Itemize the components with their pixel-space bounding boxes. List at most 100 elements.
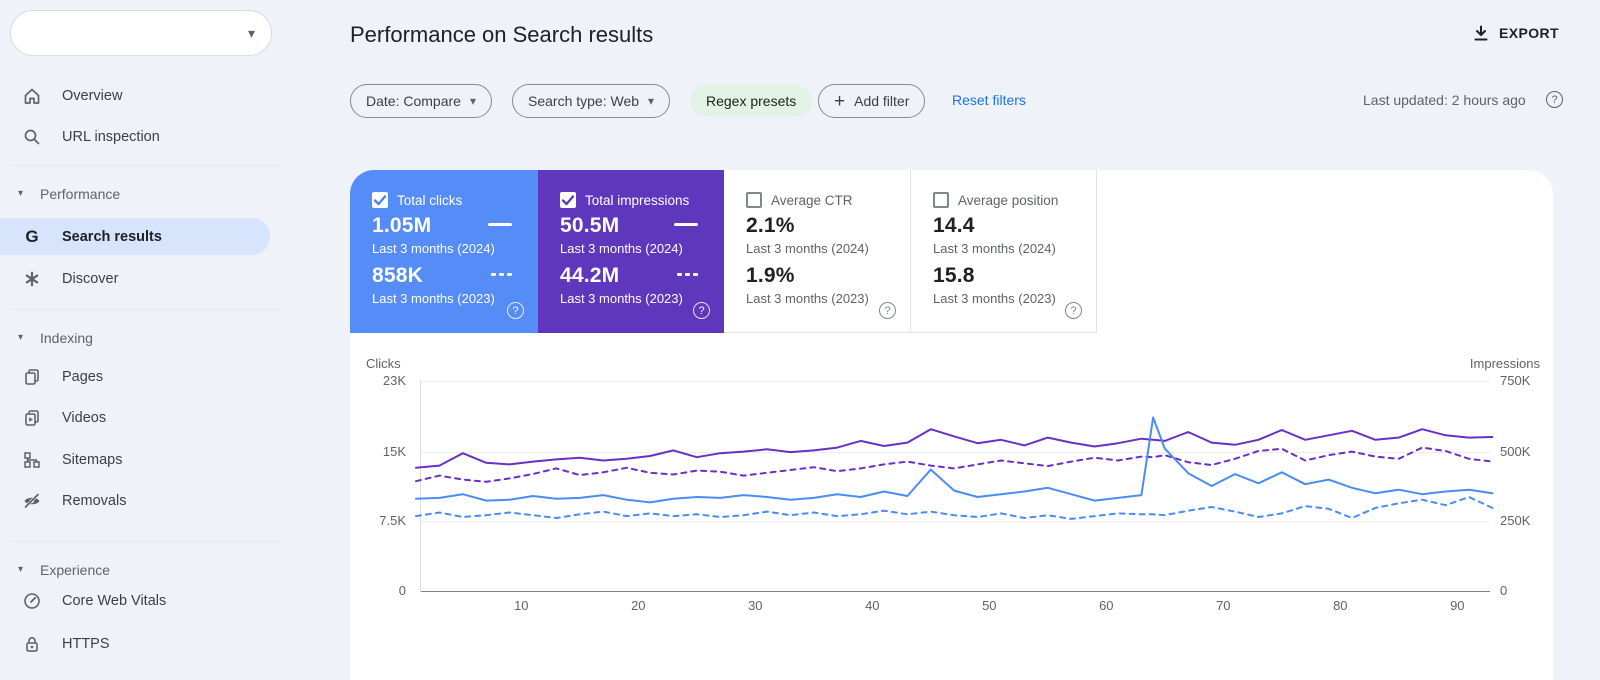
performance-panel: Total clicks 1.05M Last 3 months (2024) … (350, 170, 1553, 680)
card-label: Average position (958, 192, 1059, 208)
y-axis-tick-label: 7.5K (379, 513, 406, 528)
card-label: Average CTR (771, 192, 853, 208)
card-label: Total clicks (397, 192, 463, 208)
checkbox-checked-icon[interactable] (560, 192, 576, 208)
section-header-label: Performance (40, 186, 121, 202)
performance-line-chart[interactable] (415, 381, 1494, 591)
reset-filters-link[interactable]: Reset filters (952, 92, 1026, 108)
metric-period: Last 3 months (2023) (933, 291, 1056, 306)
y-axis-tick-label: 0 (398, 583, 406, 598)
sidebar-item-label: Videos (62, 410, 107, 426)
y-axis-tick-label: 23K (382, 373, 406, 388)
chip-label: Regex presets (706, 93, 797, 109)
chart-line-impressions-2024 (415, 428, 1494, 469)
removals-icon (22, 491, 42, 511)
plus-icon: + (834, 90, 846, 112)
sidebar-section-indexing[interactable]: ▾ Indexing (0, 324, 300, 352)
chevron-down-icon: ▾ (18, 188, 24, 199)
sidebar-item-label: Search results (62, 228, 162, 245)
export-label: EXPORT (1499, 25, 1559, 41)
add-filter-chip[interactable]: + Add filter (818, 84, 926, 118)
metric-value: 1.05M (372, 214, 432, 237)
right-axis-title: Impressions (1469, 356, 1540, 371)
solid-line-legend-mark (488, 223, 512, 226)
chip-label: Search type: Web (528, 93, 640, 109)
help-icon[interactable]: ? (1065, 302, 1082, 319)
sidebar-item-overview[interactable]: Overview (0, 76, 300, 116)
metric-value: 15.8 (933, 264, 975, 287)
sidebar-item-removals[interactable]: Removals (0, 481, 300, 521)
x-axis-tick-label: 60 (1099, 598, 1114, 613)
sidebar-item-label: URL inspection (62, 129, 160, 145)
total-clicks-card[interactable]: Total clicks 1.05M Last 3 months (2024) … (350, 170, 538, 333)
y-axis-tick-label: 15K (382, 444, 406, 459)
y-axis-tick-label: 750K (1500, 373, 1531, 388)
search-icon (22, 127, 42, 147)
property-selector-dropdown[interactable]: ▾ (10, 10, 272, 56)
sidebar-item-label: Sitemaps (62, 452, 123, 468)
google-g-icon: G (25, 226, 39, 246)
sidebar-item-label: Discover (62, 271, 119, 287)
sidebar-item-https[interactable]: HTTPS (0, 624, 300, 664)
sidebar-item-label: Removals (62, 493, 127, 509)
chart-line-clicks-2024 (415, 416, 1494, 504)
help-icon[interactable]: ? (507, 302, 524, 319)
metric-value: 50.5M (560, 214, 620, 237)
x-axis-tick-label: 20 (631, 598, 646, 613)
help-icon[interactable]: ? (879, 302, 896, 319)
metric-value: 44.2M (560, 264, 620, 287)
sidebar-section-experience[interactable]: ▾ Experience (0, 556, 300, 584)
chevron-down-icon: ▾ (18, 564, 24, 575)
metric-value: 14.4 (933, 214, 975, 237)
section-header-label: Experience (40, 562, 111, 578)
average-ctr-card[interactable]: Average CTR 2.1% Last 3 months (2024) 1.… (724, 170, 911, 333)
help-icon[interactable]: ? (693, 302, 710, 319)
chip-label: Date: Compare (366, 93, 461, 109)
date-filter-chip[interactable]: Date: Compare ▾ (350, 84, 492, 118)
sidebar-item-label: HTTPS (62, 636, 110, 652)
chevron-down-icon: ▾ (648, 94, 655, 108)
chart-line-clicks-2023 (415, 496, 1494, 520)
checkbox-unchecked-icon[interactable] (933, 192, 949, 208)
page-title: Performance on Search results (350, 22, 654, 47)
sidebar-item-search-results[interactable]: G Search results (0, 218, 270, 255)
sidebar-item-videos[interactable]: Videos (0, 398, 300, 438)
metric-value: 858K (372, 264, 424, 287)
sidebar-item-pages[interactable]: Pages (0, 357, 300, 397)
sidebar-section-performance[interactable]: ▾ Performance (0, 180, 300, 208)
y-axis-tick-label: 250K (1500, 513, 1531, 528)
dashed-line-legend-mark (677, 273, 698, 276)
section-header-label: Indexing (40, 330, 93, 346)
export-button[interactable]: EXPORT (1472, 24, 1559, 42)
sidebar-item-url-inspection[interactable]: URL inspection (0, 117, 300, 157)
sidebar-item-core-web-vitals[interactable]: Core Web Vitals (0, 581, 300, 621)
sidebar-item-label: Core Web Vitals (62, 593, 167, 609)
chevron-down-icon: ▾ (18, 332, 24, 343)
left-axis-title: Clicks (366, 356, 401, 371)
average-position-card[interactable]: Average position 14.4 Last 3 months (202… (911, 170, 1097, 333)
y-axis-tick-label: 500K (1500, 444, 1531, 459)
metric-period: Last 3 months (2023) (746, 291, 869, 306)
search-type-filter-chip[interactable]: Search type: Web ▾ (512, 84, 671, 118)
help-icon[interactable]: ? (1546, 91, 1563, 108)
sidebar-item-discover[interactable]: Discover (0, 259, 300, 299)
sidebar-item-sitemaps[interactable]: Sitemaps (0, 440, 300, 480)
sidebar-item-label: Overview (62, 88, 123, 104)
x-axis-tick-label: 70 (1216, 598, 1231, 613)
metric-value: 1.9% (746, 264, 795, 287)
x-axis-tick-label: 40 (865, 598, 880, 613)
sidebar-divider (10, 541, 284, 542)
sidebar-item-label: Pages (62, 369, 104, 385)
checkbox-checked-icon[interactable] (372, 192, 388, 208)
pages-icon (22, 367, 42, 387)
x-axis-tick-label: 90 (1450, 598, 1465, 613)
chip-label: Add filter (854, 93, 910, 109)
metric-period: Last 3 months (2024) (560, 241, 683, 256)
card-label: Total impressions (585, 192, 690, 208)
total-impressions-card[interactable]: Total impressions 50.5M Last 3 months (2… (538, 170, 724, 333)
chevron-down-icon: ▾ (469, 94, 476, 108)
sidebar: ▾ Overview URL inspection ▾ Performance … (0, 0, 350, 680)
checkbox-unchecked-icon[interactable] (746, 192, 762, 208)
regex-presets-chip[interactable]: Regex presets (690, 85, 813, 117)
x-axis-tick-label: 80 (1333, 598, 1348, 613)
